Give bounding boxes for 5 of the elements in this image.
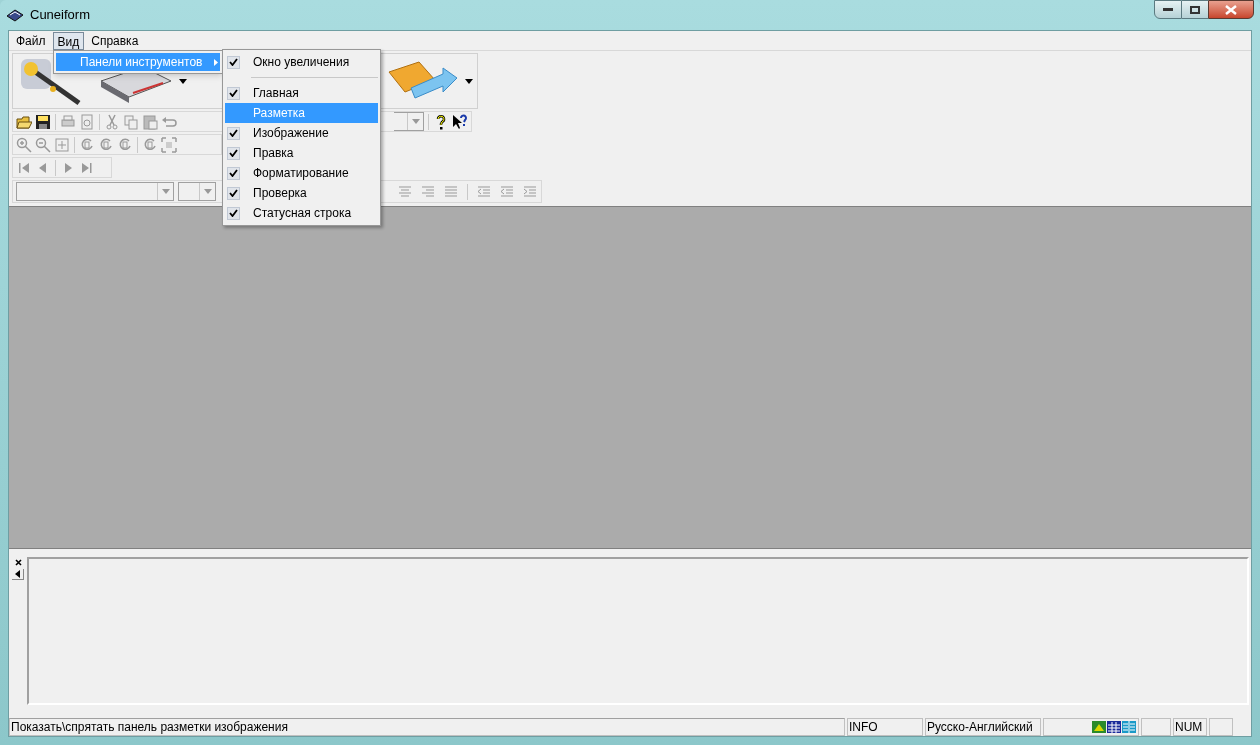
status-message: Показать\спрятать панель разметки изображения [9, 718, 845, 736]
status-info: INFO [847, 718, 923, 736]
status-language: Русско-Английский [925, 718, 1041, 736]
status-num: NUM [1173, 718, 1207, 736]
window-title: Cuneiform [30, 6, 90, 25]
